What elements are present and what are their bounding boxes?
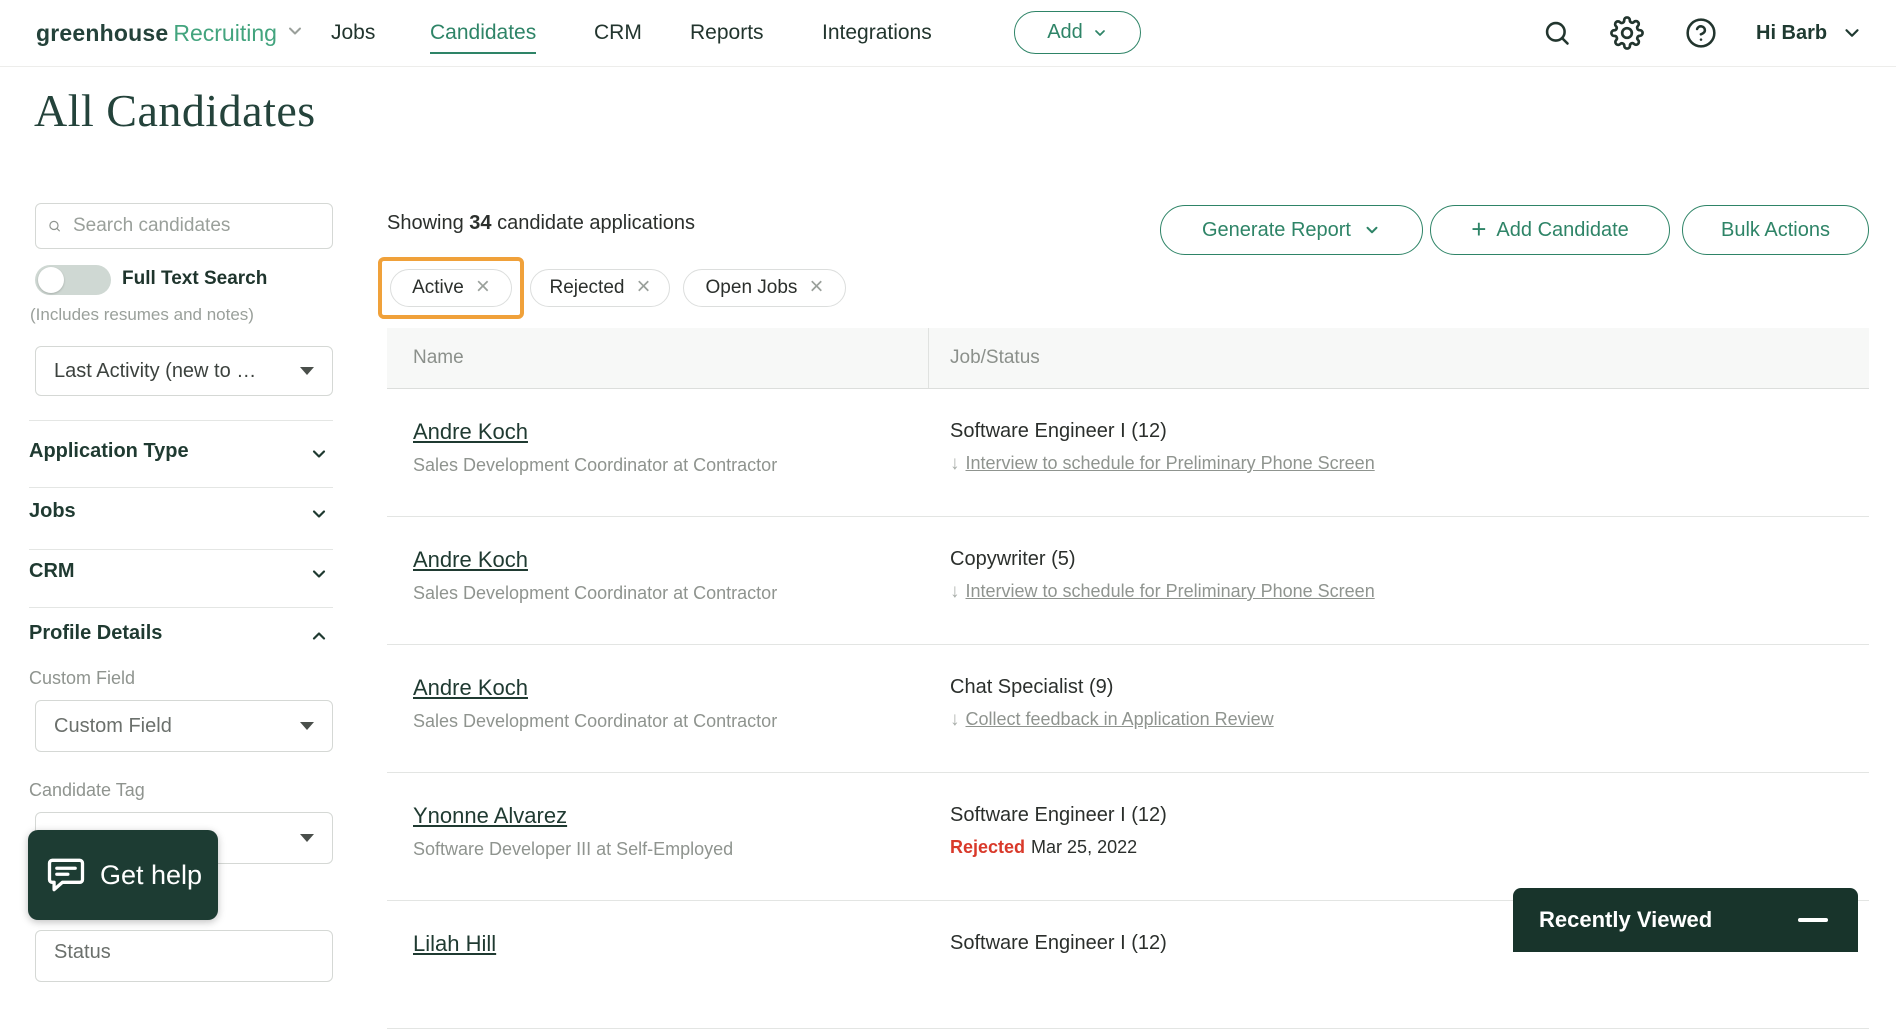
nav-item-integrations[interactable]: Integrations bbox=[822, 0, 932, 66]
greenhouse-logo[interactable]: greenhouse Recruiting bbox=[36, 0, 305, 66]
candidate-name-link[interactable]: Lilah Hill bbox=[413, 931, 496, 957]
filter-section-crm[interactable]: CRM bbox=[29, 560, 333, 588]
logo-product: Recruiting bbox=[173, 20, 277, 47]
remove-filter-icon[interactable]: × bbox=[636, 275, 650, 299]
nav-item-candidates[interactable]: Candidates bbox=[430, 0, 536, 66]
job-title: Copywriter (5) bbox=[950, 548, 1076, 571]
table-row: Andre Koch Sales Development Coordinator… bbox=[387, 645, 1869, 773]
plus-icon: + bbox=[1471, 216, 1486, 242]
filter-section-application-type[interactable]: Application Type bbox=[29, 440, 333, 468]
divider bbox=[29, 420, 333, 421]
sort-select[interactable]: Last Activity (new to … bbox=[35, 346, 333, 396]
candidate-subtitle: Software Developer III at Self-Employed bbox=[413, 839, 733, 860]
candidate-name-link[interactable]: Andre Koch bbox=[413, 675, 528, 701]
logo-brand: greenhouse bbox=[36, 20, 168, 47]
recently-viewed-panel[interactable]: Recently Viewed bbox=[1513, 888, 1858, 952]
rejected-date: Mar 25, 2022 bbox=[1031, 837, 1137, 857]
full-text-search-toggle[interactable] bbox=[35, 265, 111, 295]
chevron-down-icon bbox=[1363, 221, 1381, 239]
candidate-tag-label: Candidate Tag bbox=[29, 780, 145, 801]
status-line: ↓ Interview to schedule for Preliminary P… bbox=[950, 453, 1375, 475]
gear-icon[interactable] bbox=[1610, 0, 1644, 66]
chevron-down-icon bbox=[309, 564, 329, 584]
page-title: All Candidates bbox=[34, 84, 316, 137]
logo-chevron-down-icon[interactable] bbox=[285, 20, 305, 47]
remove-filter-icon[interactable]: × bbox=[809, 275, 823, 299]
toggle-knob bbox=[38, 267, 64, 293]
stage-link[interactable]: Collect feedback in Application Review bbox=[966, 709, 1274, 729]
column-divider bbox=[928, 328, 929, 388]
nav-item-crm[interactable]: CRM bbox=[594, 0, 642, 66]
job-title: Software Engineer I (12) bbox=[950, 804, 1167, 827]
divider bbox=[29, 549, 333, 550]
chevron-down-icon bbox=[1841, 22, 1863, 44]
bulk-actions-button[interactable]: Bulk Actions bbox=[1682, 205, 1869, 255]
minimize-icon[interactable] bbox=[1798, 918, 1828, 922]
candidate-subtitle: Sales Development Coordinator at Contrac… bbox=[413, 583, 777, 604]
status-select[interactable]: Status bbox=[35, 930, 333, 982]
help-icon[interactable] bbox=[1685, 0, 1717, 66]
result-count: 34 bbox=[469, 212, 491, 234]
candidate-name-link[interactable]: Ynonne Alvarez bbox=[413, 803, 567, 829]
candidate-subtitle: Sales Development Coordinator at Contrac… bbox=[413, 711, 777, 732]
add-button[interactable]: Add bbox=[1014, 11, 1141, 54]
divider bbox=[29, 607, 333, 608]
chevron-down-icon bbox=[309, 444, 329, 464]
status-line: ↓ Interview to schedule for Preliminary P… bbox=[950, 581, 1375, 603]
table-row: Andre Koch Sales Development Coordinator… bbox=[387, 517, 1869, 645]
stage-link[interactable]: Interview to schedule for Preliminary Ph… bbox=[966, 581, 1375, 601]
search-icon bbox=[48, 215, 61, 237]
filter-chip-rejected[interactable]: Rejected × bbox=[530, 269, 670, 307]
rejected-label: Rejected bbox=[950, 837, 1025, 857]
job-title: Chat Specialist (9) bbox=[950, 676, 1113, 699]
add-candidate-button[interactable]: + Add Candidate bbox=[1430, 205, 1670, 255]
status-line: Rejected Mar 25, 2022 bbox=[950, 837, 1137, 858]
table-row: Andre Koch Sales Development Coordinator… bbox=[387, 389, 1869, 517]
column-header-job-status: Job/Status bbox=[950, 328, 1040, 388]
status-line: ↓ Collect feedback in Application Review bbox=[950, 709, 1274, 731]
candidate-search-box bbox=[35, 203, 333, 249]
caret-down-icon bbox=[300, 367, 314, 375]
candidate-name-link[interactable]: Andre Koch bbox=[413, 547, 528, 573]
caret-down-icon bbox=[300, 722, 314, 730]
candidate-name-link[interactable]: Andre Koch bbox=[413, 419, 528, 445]
generate-report-button[interactable]: Generate Report bbox=[1160, 205, 1423, 255]
user-menu[interactable]: Hi Barb bbox=[1756, 0, 1863, 66]
custom-field-select[interactable]: Custom Field bbox=[35, 700, 333, 752]
filter-section-profile-details[interactable]: Profile Details bbox=[29, 622, 333, 650]
candidate-subtitle: Sales Development Coordinator at Contrac… bbox=[413, 455, 777, 476]
chevron-up-icon bbox=[309, 626, 329, 646]
job-title: Software Engineer I (12) bbox=[950, 420, 1167, 443]
remove-filter-icon[interactable]: × bbox=[476, 275, 490, 299]
search-candidates-input[interactable] bbox=[71, 214, 320, 238]
column-header-name: Name bbox=[413, 328, 464, 388]
result-count-text: Showing 34 candidate applications bbox=[387, 212, 695, 235]
filter-chip-active[interactable]: Active × bbox=[390, 269, 512, 307]
active-tab-underline bbox=[430, 52, 536, 54]
get-help-button[interactable]: Get help bbox=[28, 830, 218, 920]
divider bbox=[29, 487, 333, 488]
filter-chip-open-jobs[interactable]: Open Jobs × bbox=[683, 269, 846, 307]
search-icon[interactable] bbox=[1543, 0, 1571, 66]
full-text-search-hint: (Includes resumes and notes) bbox=[30, 305, 254, 325]
chevron-down-icon bbox=[309, 504, 329, 524]
stage-arrow-down-icon: ↓ bbox=[950, 709, 960, 730]
filter-section-jobs[interactable]: Jobs bbox=[29, 500, 333, 528]
table-header: Name Job/Status bbox=[387, 328, 1869, 389]
custom-field-label: Custom Field bbox=[29, 668, 135, 689]
nav-item-reports[interactable]: Reports bbox=[690, 0, 764, 66]
chevron-down-icon bbox=[1092, 25, 1108, 41]
full-text-search-label: Full Text Search bbox=[122, 268, 267, 290]
recently-viewed-title: Recently Viewed bbox=[1539, 907, 1712, 933]
top-nav: greenhouse Recruiting Jobs Candidates CR… bbox=[0, 0, 1896, 67]
stage-link[interactable]: Interview to schedule for Preliminary Ph… bbox=[966, 453, 1375, 473]
chat-bubble-icon bbox=[44, 853, 88, 897]
stage-arrow-down-icon: ↓ bbox=[950, 453, 960, 474]
caret-down-icon bbox=[300, 834, 314, 842]
table-row: Ynonne Alvarez Software Developer III at… bbox=[387, 773, 1869, 901]
nav-item-jobs[interactable]: Jobs bbox=[331, 0, 375, 66]
stage-arrow-down-icon: ↓ bbox=[950, 581, 960, 602]
